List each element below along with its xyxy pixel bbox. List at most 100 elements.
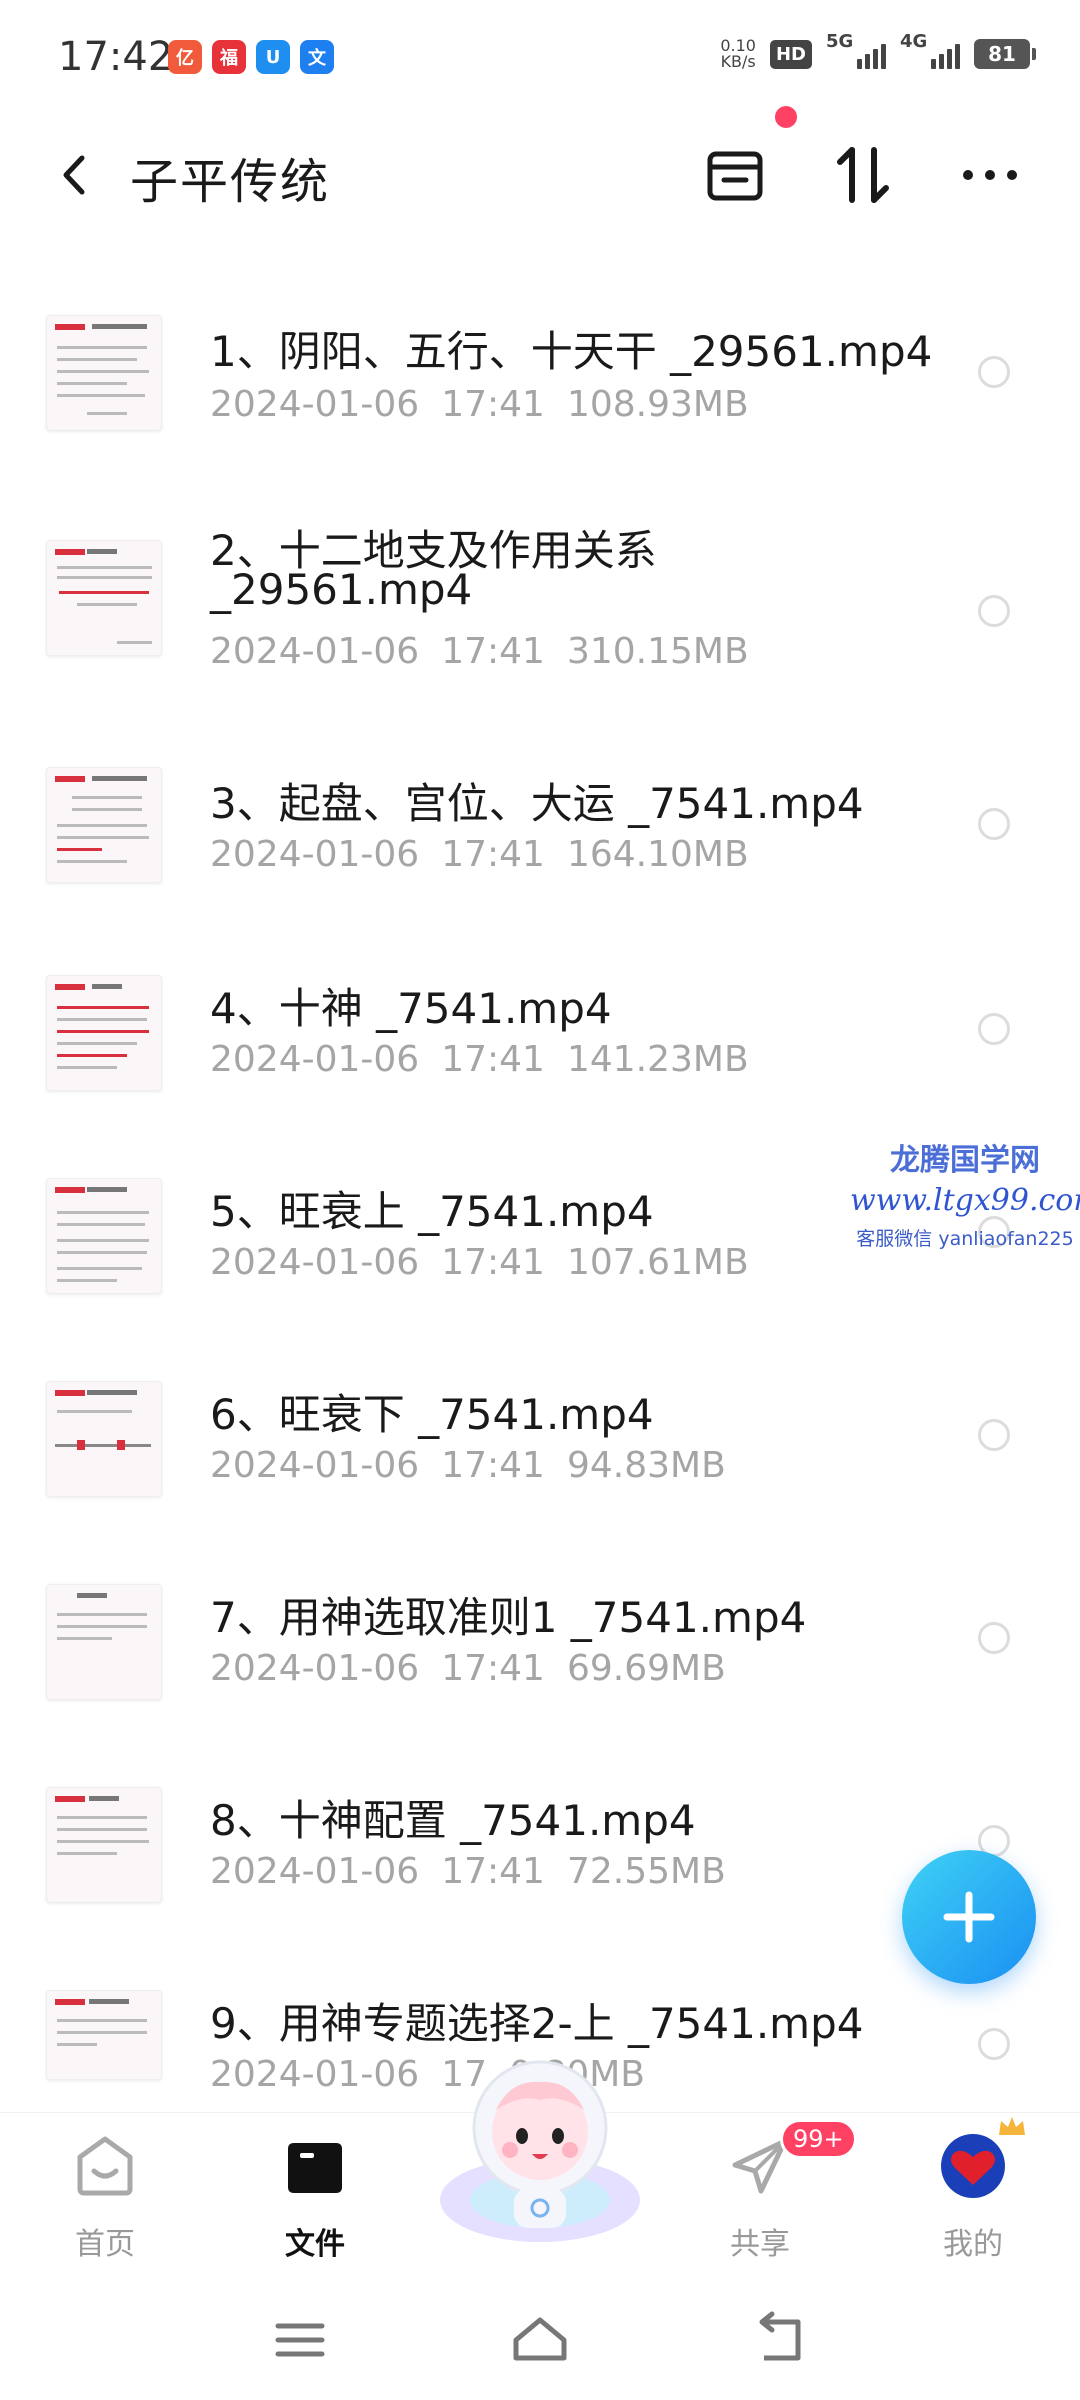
file-row[interactable]: 7、用神选取准则1 _7541.mp4 2024-01-06 17:41 69.69… (0, 1564, 1080, 1744)
nav-mine[interactable]: 我的 (893, 2117, 1053, 2273)
file-size: 107.61MB (566, 1242, 749, 1283)
share-badge: 99+ (780, 2119, 857, 2159)
mascot-icon[interactable] (430, 2050, 650, 2250)
add-button[interactable] (902, 1850, 1036, 1984)
file-size: 69.69MB (566, 1648, 726, 1689)
select-checkbox[interactable] (978, 1419, 1010, 1451)
file-date: 2024-01-06 (210, 1242, 420, 1283)
signal-5g-label: 5G (826, 31, 854, 52)
app-icon-3: U (256, 40, 290, 74)
battery-icon: 81 (974, 39, 1036, 69)
file-meta: 2024-01-06 17:41 94.83MB (210, 1445, 748, 1486)
file-name: 6、旺衰下 _7541.mp4 (210, 1390, 654, 1439)
nav-share-label: 共享 (730, 2227, 790, 2262)
notification-icons: 亿 福 U 文 (168, 40, 334, 74)
file-date: 2024-01-06 (210, 2054, 420, 2095)
select-checkbox[interactable] (978, 1622, 1010, 1654)
video-thumbnail (46, 1381, 162, 1497)
file-meta: 2024-01-06 17:41 164.10MB (210, 834, 771, 875)
video-thumbnail (46, 540, 162, 656)
select-checkbox[interactable] (978, 595, 1010, 627)
home-icon[interactable] (510, 2310, 570, 2370)
file-meta: 2024-01-06 17:41 108.93MB (210, 384, 771, 425)
more-options-icon[interactable] (955, 140, 1025, 210)
file-name: 9、用神专题选择2-上 _7541.mp4 (210, 1999, 864, 2048)
avatar-heart-icon (941, 2134, 1005, 2198)
file-date: 2024-01-06 (210, 1851, 420, 1892)
file-time: 17:41 (441, 1445, 545, 1486)
nav-mine-label: 我的 (943, 2227, 1003, 2262)
file-name: 5、旺衰上 _7541.mp4 (210, 1187, 654, 1236)
select-checkbox[interactable] (978, 808, 1010, 840)
file-size: 141.23MB (566, 1039, 749, 1080)
watermark-wechat: 客服微信 yanliaofan225 (856, 1228, 1074, 1250)
file-row[interactable]: 2、十二地支及作用关系 _29561.mp4 2024-01-06 17:41 31… (0, 505, 1080, 685)
video-thumbnail (46, 315, 162, 431)
file-time: 17:41 (441, 834, 545, 875)
file-time: 17:41 (441, 384, 545, 425)
video-thumbnail (46, 975, 162, 1091)
crown-icon (999, 2117, 1025, 2135)
file-size: 310.15MB (566, 631, 749, 672)
nav-home-label: 首页 (75, 2227, 135, 2262)
file-size: 72.55MB (566, 1851, 726, 1892)
file-size: 94.83MB (566, 1445, 726, 1486)
file-name: 1、阴阳、五行、十天干 _29561.mp4 (210, 327, 933, 376)
file-size: 108.93MB (566, 384, 749, 425)
file-size: 164.10MB (566, 834, 749, 875)
video-thumbnail (46, 1178, 162, 1294)
file-time: 17:41 (441, 1851, 545, 1892)
folder-icon (288, 2143, 342, 2193)
file-date: 2024-01-06 (210, 1039, 420, 1080)
file-time: 17:41 (441, 631, 545, 672)
header: 子平传统 (0, 106, 1080, 230)
system-nav-bar (0, 2282, 1080, 2400)
net-speed-unit: KB/s (720, 52, 756, 71)
back-icon[interactable] (750, 2310, 810, 2370)
select-checkbox[interactable] (978, 1013, 1010, 1045)
file-row[interactable]: 4、十神 _7541.mp4 2024-01-06 17:41 141.23MB (0, 955, 1080, 1135)
signal-5g-icon: 5G (826, 31, 886, 69)
file-name-line2: _29561.mp4 (210, 565, 473, 614)
back-arrow-icon[interactable] (50, 150, 100, 200)
nav-files[interactable]: 文件 (235, 2123, 395, 2273)
file-name: 7、用神选取准则1 _7541.mp4 (210, 1593, 807, 1642)
file-meta: 2024-01-06 17:41 72.55MB (210, 1851, 748, 1892)
file-meta: 2024-01-06 17:41 107.61MB (210, 1242, 771, 1283)
file-name: 4、十神 _7541.mp4 (210, 984, 612, 1033)
file-row[interactable]: 6、旺衰下 _7541.mp4 2024-01-06 17:41 94.83MB (0, 1361, 1080, 1541)
video-thumbnail (46, 1990, 162, 2080)
select-checkbox[interactable] (978, 2028, 1010, 2060)
sort-icon[interactable] (828, 140, 898, 210)
signal-4g-label: 4G (900, 31, 928, 52)
video-thumbnail (46, 1584, 162, 1700)
nav-home[interactable]: 首页 (25, 2123, 185, 2273)
archive-box-icon[interactable] (700, 140, 770, 210)
file-name: 3、起盘、宫位、大运 _7541.mp4 (210, 779, 864, 828)
video-thumbnail (46, 1787, 162, 1903)
file-date: 2024-01-06 (210, 1445, 420, 1486)
plus-icon (943, 1891, 995, 1943)
select-checkbox[interactable] (978, 356, 1010, 388)
file-date: 2024-01-06 (210, 1648, 420, 1689)
status-indicators: 0.10 KB/s HD 5G 4G 81 (720, 31, 1036, 71)
file-meta: 2024-01-06 17:41 69.69MB (210, 1648, 748, 1689)
file-row[interactable]: 3、起盘、宫位、大运 _7541.mp4 2024-01-06 17:41 164.… (0, 752, 1080, 932)
status-bar: 17:42 亿 福 U 文 0.10 KB/s HD 5G 4G 81 (0, 0, 1080, 120)
watermark-title: 龙腾国学网 (890, 1143, 1040, 1178)
file-date: 2024-01-06 (210, 631, 420, 672)
app-icon-2: 福 (212, 40, 246, 74)
nav-share[interactable]: 99+ 共享 (680, 2119, 857, 2273)
status-time: 17:42 (58, 34, 174, 80)
file-time: 17:41 (441, 1242, 545, 1283)
signal-4g-icon: 4G (900, 31, 960, 69)
file-meta: 2024-01-06 17:41 141.23MB (210, 1039, 771, 1080)
file-date: 2024-01-06 (210, 384, 420, 425)
hd-icon: HD (769, 39, 812, 69)
file-row[interactable]: 1、阴阳、五行、十天干 _29561.mp4 2024-01-06 17:41 10… (0, 290, 1080, 470)
notification-dot (775, 106, 797, 128)
menu-icon[interactable] (270, 2310, 330, 2370)
file-time: 17:41 (441, 1648, 545, 1689)
video-thumbnail (46, 767, 162, 883)
app-icon-1: 亿 (168, 40, 202, 74)
